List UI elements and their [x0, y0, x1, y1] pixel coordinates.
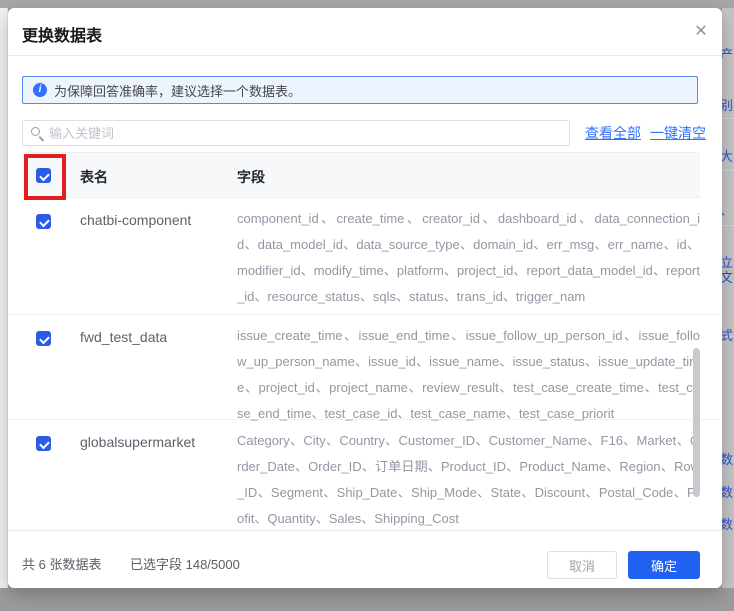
background-text-fragment: 产 [722, 44, 733, 63]
dialog-header: 更换数据表 ✕ [8, 8, 722, 56]
background-text-fragment: 别、 [722, 95, 734, 114]
keyword-search-box [22, 120, 570, 146]
table-name: globalsupermarket [80, 434, 195, 450]
confirm-button[interactable]: 确定 [628, 551, 700, 579]
table-header-row: 表名 字段 [22, 152, 700, 198]
table-fields: component_id、create_time、creator_id、dash… [237, 206, 700, 310]
backdrop-right: 产 别、 大 、 立、 文 式、 数 数 数 [722, 8, 734, 588]
backdrop-top [0, 0, 734, 8]
close-icon[interactable]: ✕ [690, 21, 712, 43]
table-fields: Category、City、Country、Customer_ID、Custom… [237, 428, 700, 532]
backdrop-divider [722, 170, 734, 171]
table-row[interactable]: chatbi-component component_id、create_tim… [8, 198, 722, 315]
page: 产 别、 大 、 立、 文 式、 数 数 数 更换数据表 ✕ i 为保障回答准确… [0, 0, 734, 611]
column-header-fields: 字段 [237, 167, 265, 187]
row-checkbox[interactable] [36, 331, 51, 346]
cancel-button[interactable]: 取消 [547, 551, 617, 579]
background-text-fragment: 式、 [722, 325, 734, 344]
table-name: chatbi-component [80, 212, 191, 228]
dialog-footer: 共 6 张数据表 已选字段 148/5000 取消 确定 [8, 530, 722, 588]
row-checkbox[interactable] [36, 214, 51, 229]
table-list: chatbi-component component_id、create_tim… [8, 198, 722, 530]
select-all-checkbox[interactable] [36, 168, 51, 183]
table-row[interactable]: fwd_test_data issue_create_time、issue_en… [8, 315, 722, 420]
background-text-fragment: 数 [722, 514, 733, 533]
view-all-link[interactable]: 查看全部 [585, 123, 641, 143]
background-text-fragment: 数 [722, 449, 733, 468]
clear-all-link[interactable]: 一键清空 [650, 123, 706, 143]
row-checkbox[interactable] [36, 436, 51, 451]
info-icon: i [33, 83, 47, 97]
dialog-title: 更换数据表 [22, 22, 102, 46]
column-header-table-name: 表名 [80, 167, 108, 187]
info-banner-text: 为保障回答准确率，建议选择一个数据表。 [54, 81, 301, 100]
background-text-fragment: 数 [722, 482, 733, 501]
search-input[interactable] [49, 121, 565, 145]
backdrop-bottom [0, 588, 734, 611]
table-name: fwd_test_data [80, 329, 167, 345]
background-text-fragment: 大 [722, 146, 733, 165]
backdrop-divider [722, 118, 734, 119]
total-tables-text: 共 6 张数据表 [22, 554, 101, 573]
search-icon [31, 127, 40, 136]
background-text-fragment: 、 [722, 200, 733, 219]
backdrop-left [0, 8, 8, 588]
backdrop-divider [722, 225, 734, 226]
selected-fields-text: 已选字段 148/5000 [130, 554, 240, 573]
table-row[interactable]: globalsupermarket Category、City、Country、… [8, 420, 722, 530]
table-fields: issue_create_time、issue_end_time、issue_f… [237, 323, 700, 427]
background-text-fragment: 文 [722, 267, 733, 286]
change-data-table-dialog: 更换数据表 ✕ i 为保障回答准确率，建议选择一个数据表。 查看全部 一键清空 … [8, 8, 722, 588]
info-banner: i 为保障回答准确率，建议选择一个数据表。 [22, 76, 698, 104]
scrollbar-thumb[interactable] [693, 348, 700, 497]
